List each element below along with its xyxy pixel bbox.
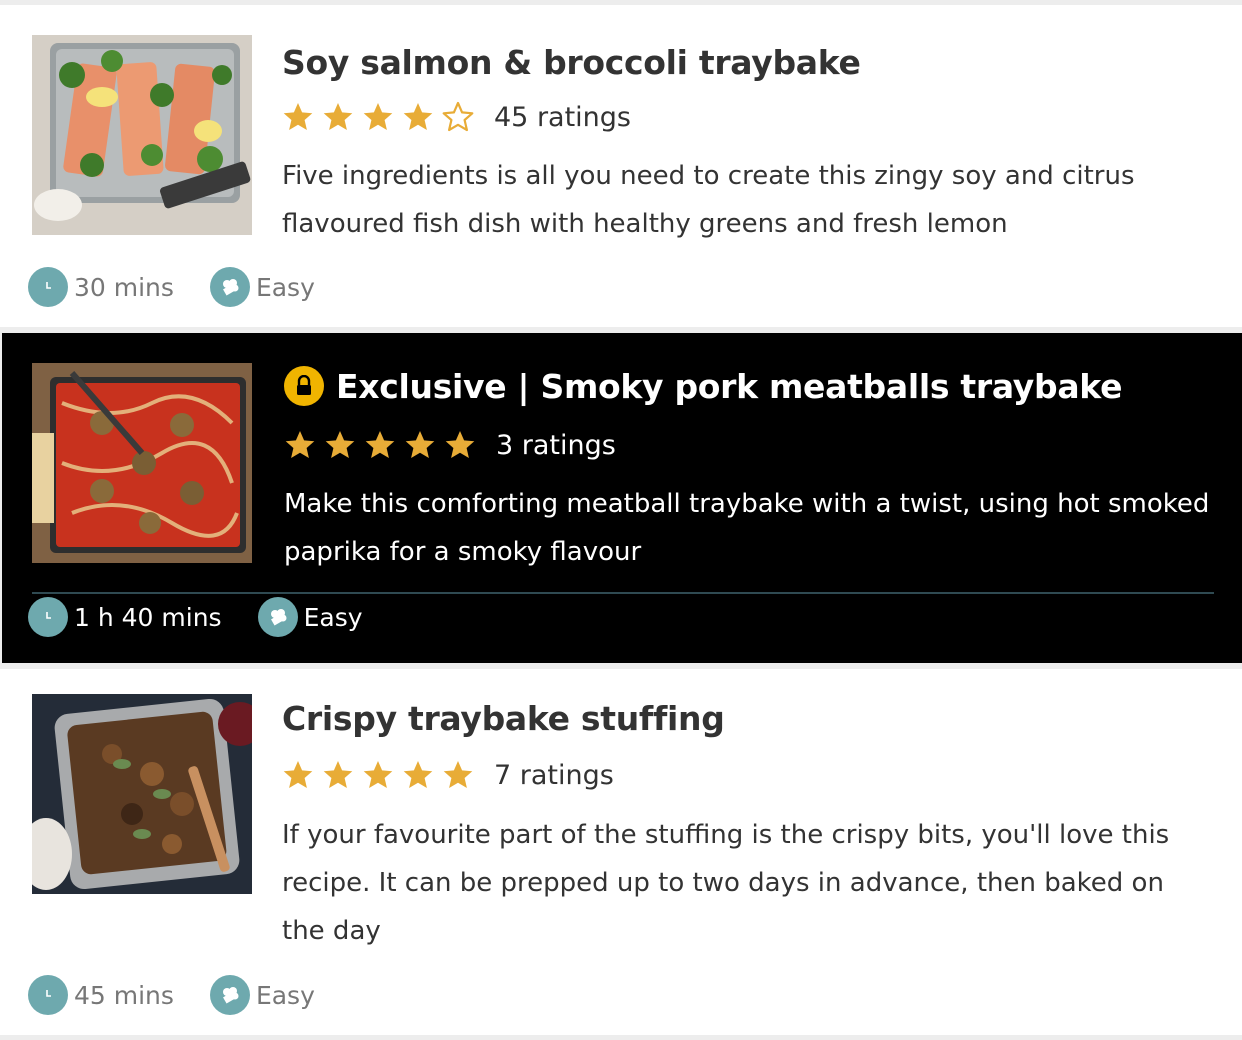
lock-icon [284, 366, 324, 406]
star-filled-icon [443, 761, 473, 788]
star-filled-icon [403, 761, 433, 788]
star-filled-icon [323, 761, 353, 788]
chef-hat-icon [257, 597, 298, 637]
ratings-count: 3 ratings [496, 429, 616, 461]
recipe-image-soy-salmon[interactable] [32, 35, 252, 235]
star-filled-icon [403, 103, 433, 130]
recipe-meta: 1 h 40 mins Easy [28, 597, 399, 637]
cook-time: 1 h 40 mins [28, 597, 222, 637]
recipe-card-crispy-stuffing[interactable]: Crispy traybake stuffing 7 ratings If yo… [0, 669, 1242, 1035]
recipe-card-smoky-pork[interactable]: Exclusive | Smoky pork meatballs traybak… [2, 333, 1242, 663]
star-filled-icon [283, 103, 313, 130]
difficulty-label: Easy [303, 602, 363, 632]
chef-hat-icon [209, 267, 250, 307]
rating-row: 3 ratings [284, 429, 616, 461]
recipe-title[interactable]: Exclusive | Smoky pork meatballs traybak… [284, 366, 1122, 406]
star-rating [282, 101, 474, 133]
chef-hat-icon [209, 975, 250, 1015]
star-rating [284, 429, 476, 461]
recipe-title[interactable]: Crispy traybake stuffing [282, 699, 725, 738]
star-rating [282, 759, 474, 791]
difficulty-label: Easy [255, 272, 315, 302]
star-filled-icon [323, 103, 353, 130]
clock-icon [28, 597, 68, 637]
difficulty-label: Easy [255, 980, 315, 1010]
cook-time-label: 45 mins [74, 980, 174, 1010]
star-filled-icon [285, 431, 315, 458]
star-filled-icon [445, 431, 475, 458]
recipe-image-smoky-pork[interactable] [32, 363, 252, 563]
recipe-card-soy-salmon[interactable]: Soy salmon & broccoli traybake 45 rating… [0, 5, 1242, 327]
cook-time: 30 mins [28, 267, 174, 307]
difficulty: Easy [257, 597, 363, 637]
recipe-image-crispy-stuffing[interactable] [32, 694, 252, 894]
star-empty-icon [442, 101, 474, 132]
cook-time-label: 1 h 40 mins [74, 602, 222, 632]
star-filled-icon [363, 103, 393, 130]
recipe-title-text[interactable]: Exclusive | Smoky pork meatballs traybak… [336, 367, 1122, 406]
ratings-count: 7 ratings [494, 759, 614, 791]
rating-row: 45 ratings [282, 101, 631, 133]
recipe-description: If your favourite part of the stuffing i… [282, 820, 1170, 946]
cook-time: 45 mins [28, 975, 174, 1015]
recipe-meta: 30 mins Easy [28, 267, 351, 307]
ratings-count: 45 ratings [494, 101, 631, 133]
difficulty: Easy [209, 267, 315, 307]
star-filled-icon [283, 761, 313, 788]
rating-row: 7 ratings [282, 759, 614, 791]
divider [32, 592, 1214, 594]
recipe-list: Soy salmon & broccoli traybake 45 rating… [0, 0, 1242, 1040]
recipe-description: Five ingredients is all you need to crea… [282, 161, 1135, 239]
star-filled-icon [405, 431, 435, 458]
star-filled-icon [325, 431, 355, 458]
recipe-title[interactable]: Soy salmon & broccoli traybake [282, 43, 861, 82]
star-filled-icon [363, 761, 393, 788]
clock-icon [28, 975, 68, 1015]
recipe-meta: 45 mins Easy [28, 975, 351, 1015]
cook-time-label: 30 mins [74, 272, 174, 302]
star-filled-icon [365, 431, 395, 458]
clock-icon [28, 267, 68, 307]
difficulty: Easy [209, 975, 315, 1015]
recipe-description: Make this comforting meatball traybake w… [284, 489, 1210, 567]
